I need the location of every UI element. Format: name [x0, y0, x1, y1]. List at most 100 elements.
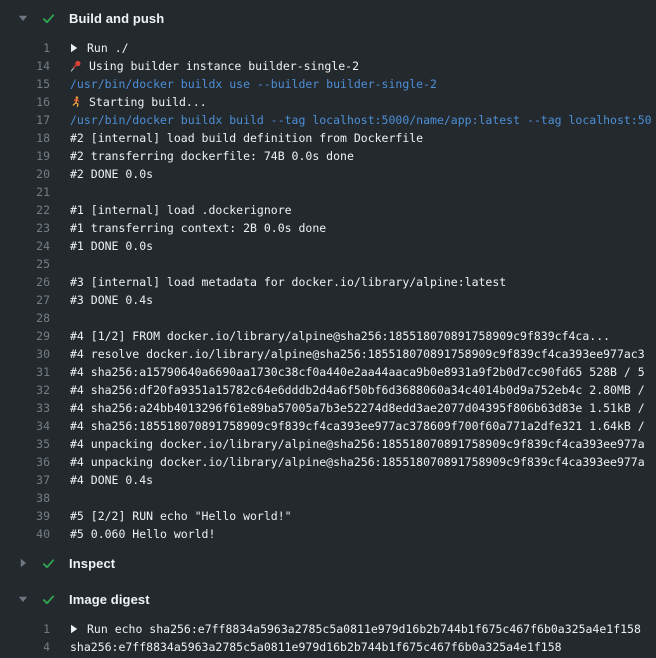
log-line: 19 #2 transferring dockerfile: 74B 0.0s d…: [0, 147, 656, 165]
check-icon: [41, 556, 56, 571]
log-line: 29 #4 [1/2] FROM docker.io/library/alpine…: [0, 327, 656, 345]
log-line-text: Using builder instance builder-single-2: [89, 59, 359, 73]
log-line-number[interactable]: 17: [0, 113, 50, 127]
log-line: 24 #1 DONE 0.0s: [0, 237, 656, 255]
log-line-text: #3 DONE 0.4s: [70, 293, 153, 307]
log-lines: 1 Run ./ 14 Using builder instance builder-…: [0, 39, 656, 543]
log-line-text: #1 [internal] load .dockerignore: [70, 203, 292, 217]
log-line: 32 #4 sha256:df20fa9351a15782c64e6dddb2d4…: [0, 381, 656, 399]
check-icon: [41, 592, 56, 607]
section-title: Inspect: [69, 556, 115, 571]
log-line: 1 Run ./: [0, 39, 656, 57]
log-line: 1 Run echo sha256:e7ff8834a5963a2785c5a08…: [0, 620, 656, 638]
pushpin-icon: [70, 60, 82, 72]
log-line-text: #3 [internal] load metadata for docker.i…: [70, 275, 506, 289]
log-line-number[interactable]: 1: [0, 622, 50, 636]
section-header-image-digest[interactable]: Image digest: [0, 587, 656, 611]
log-line-number[interactable]: 24: [0, 239, 50, 253]
log-line-text: #4 unpacking docker.io/library/alpine@sh…: [70, 455, 645, 469]
log-line-number[interactable]: 34: [0, 419, 50, 433]
log-line: 14 Using builder instance builder-single-…: [0, 57, 656, 75]
log-line-content: #1 DONE 0.0s: [70, 239, 656, 253]
log-line-content: /usr/bin/docker buildx use --builder bui…: [70, 77, 656, 91]
log-line-number[interactable]: 32: [0, 383, 50, 397]
log-line-text: /usr/bin/docker buildx use --builder bui…: [70, 77, 437, 91]
log-line: 16 Starting build...: [0, 93, 656, 111]
log-line-text: #4 [1/2] FROM docker.io/library/alpine@s…: [70, 329, 610, 343]
log-line-number[interactable]: 23: [0, 221, 50, 235]
log-section-build-and-push: Build and push 1 Run ./ 14 Using builder ins…: [0, 6, 656, 543]
log-line: 17/usr/bin/docker buildx build --tag loc…: [0, 111, 656, 129]
log-line-content: #4 unpacking docker.io/library/alpine@sh…: [70, 437, 656, 451]
log-line-content: #3 [internal] load metadata for docker.i…: [70, 275, 656, 289]
log-line: 38: [0, 489, 656, 507]
log-line-content: Run echo sha256:e7ff8834a5963a2785c5a081…: [70, 622, 656, 636]
log-line-number[interactable]: 33: [0, 401, 50, 415]
log-line-text: #4 sha256:df20fa9351a15782c64e6dddb2d4a6…: [70, 383, 645, 397]
log-line-text: sha256:e7ff8834a5963a2785c5a0811e979d16b…: [70, 640, 562, 654]
log-line-number[interactable]: 30: [0, 347, 50, 361]
log-line-text: #1 transferring context: 2B 0.0s done: [70, 221, 326, 235]
log-line: 27 #3 DONE 0.4s: [0, 291, 656, 309]
log-line-number[interactable]: 40: [0, 527, 50, 541]
log-line: 35 #4 unpacking docker.io/library/alpine@…: [0, 435, 656, 453]
log-line-number[interactable]: 39: [0, 509, 50, 523]
log-line: 31 #4 sha256:a15790640a6690aa1730c38cf0a4…: [0, 363, 656, 381]
log-line-content: sha256:e7ff8834a5963a2785c5a0811e979d16b…: [70, 640, 656, 654]
log-line-content: #4 sha256:df20fa9351a15782c64e6dddb2d4a6…: [70, 383, 656, 397]
log-line: 21: [0, 183, 656, 201]
log-line-text: #1 DONE 0.0s: [70, 239, 153, 253]
log-line-content: #1 transferring context: 2B 0.0s done: [70, 221, 656, 235]
expand-run-icon[interactable]: [70, 43, 78, 53]
log-line-number[interactable]: 21: [0, 185, 50, 199]
log-line-number[interactable]: 20: [0, 167, 50, 181]
log-line-content: #4 sha256:185518070891758909c9f839cf4ca3…: [70, 419, 656, 433]
log-section-image-digest: Image digest 1 Run echo sha256:e7ff8834a59…: [0, 587, 656, 656]
log-line-number[interactable]: 14: [0, 59, 50, 73]
log-line-content: #1 [internal] load .dockerignore: [70, 203, 656, 217]
section-title: Image digest: [69, 592, 150, 607]
log-line: 4 sha256:e7ff8834a5963a2785c5a0811e979d16…: [0, 638, 656, 656]
log-line-number[interactable]: 4: [0, 640, 50, 654]
log-line-content: #2 DONE 0.0s: [70, 167, 656, 181]
log-line-number[interactable]: 18: [0, 131, 50, 145]
log-line-content: #4 DONE 0.4s: [70, 473, 656, 487]
log-line-number[interactable]: 1: [0, 41, 50, 55]
log-line-number[interactable]: 16: [0, 95, 50, 109]
section-header-build-and-push[interactable]: Build and push: [0, 6, 656, 30]
log-line-text: #4 sha256:185518070891758909c9f839cf4ca3…: [70, 419, 645, 433]
log-line-content: #4 sha256:a15790640a6690aa1730c38cf0a440…: [70, 365, 656, 379]
workflow-log-viewer: Build and push1Run ./14Using builder ins…: [0, 6, 656, 656]
log-line-number[interactable]: 26: [0, 275, 50, 289]
log-line-text: #4 DONE 0.4s: [70, 473, 153, 487]
log-line-text: Starting build...: [89, 95, 207, 109]
log-line-text: #4 sha256:a15790640a6690aa1730c38cf0a440…: [70, 365, 645, 379]
log-line-number[interactable]: 28: [0, 311, 50, 325]
log-line-text: #5 [2/2] RUN echo "Hello world!": [70, 509, 292, 523]
log-line-number[interactable]: 25: [0, 257, 50, 271]
log-line-number[interactable]: 15: [0, 77, 50, 91]
log-line: 15/usr/bin/docker buildx use --builder b…: [0, 75, 656, 93]
chevron-down-icon: [18, 594, 28, 604]
log-line-text: #4 resolve docker.io/library/alpine@sha2…: [70, 347, 645, 361]
log-line-text: #2 transferring dockerfile: 74B 0.0s don…: [70, 149, 354, 163]
section-header-inspect[interactable]: Inspect: [0, 551, 656, 575]
log-line-number[interactable]: 27: [0, 293, 50, 307]
log-line-content: #3 DONE 0.4s: [70, 293, 656, 307]
log-line-number[interactable]: 37: [0, 473, 50, 487]
log-line-number[interactable]: 36: [0, 455, 50, 469]
log-line-number[interactable]: 19: [0, 149, 50, 163]
log-line-content: #5 0.060 Hello world!: [70, 527, 656, 541]
log-line-number[interactable]: 29: [0, 329, 50, 343]
log-line-number[interactable]: 31: [0, 365, 50, 379]
log-line-text: Run ./: [87, 41, 129, 55]
log-line-number[interactable]: 35: [0, 437, 50, 451]
log-line-text: #2 [internal] load build definition from…: [70, 131, 423, 145]
log-line: 40 #5 0.060 Hello world!: [0, 525, 656, 543]
log-line: 28: [0, 309, 656, 327]
log-line-number[interactable]: 22: [0, 203, 50, 217]
log-line-number[interactable]: 38: [0, 491, 50, 505]
chevron-down-icon: [18, 13, 28, 23]
expand-run-icon[interactable]: [70, 624, 78, 634]
log-line: 39 #5 [2/2] RUN echo "Hello world!": [0, 507, 656, 525]
